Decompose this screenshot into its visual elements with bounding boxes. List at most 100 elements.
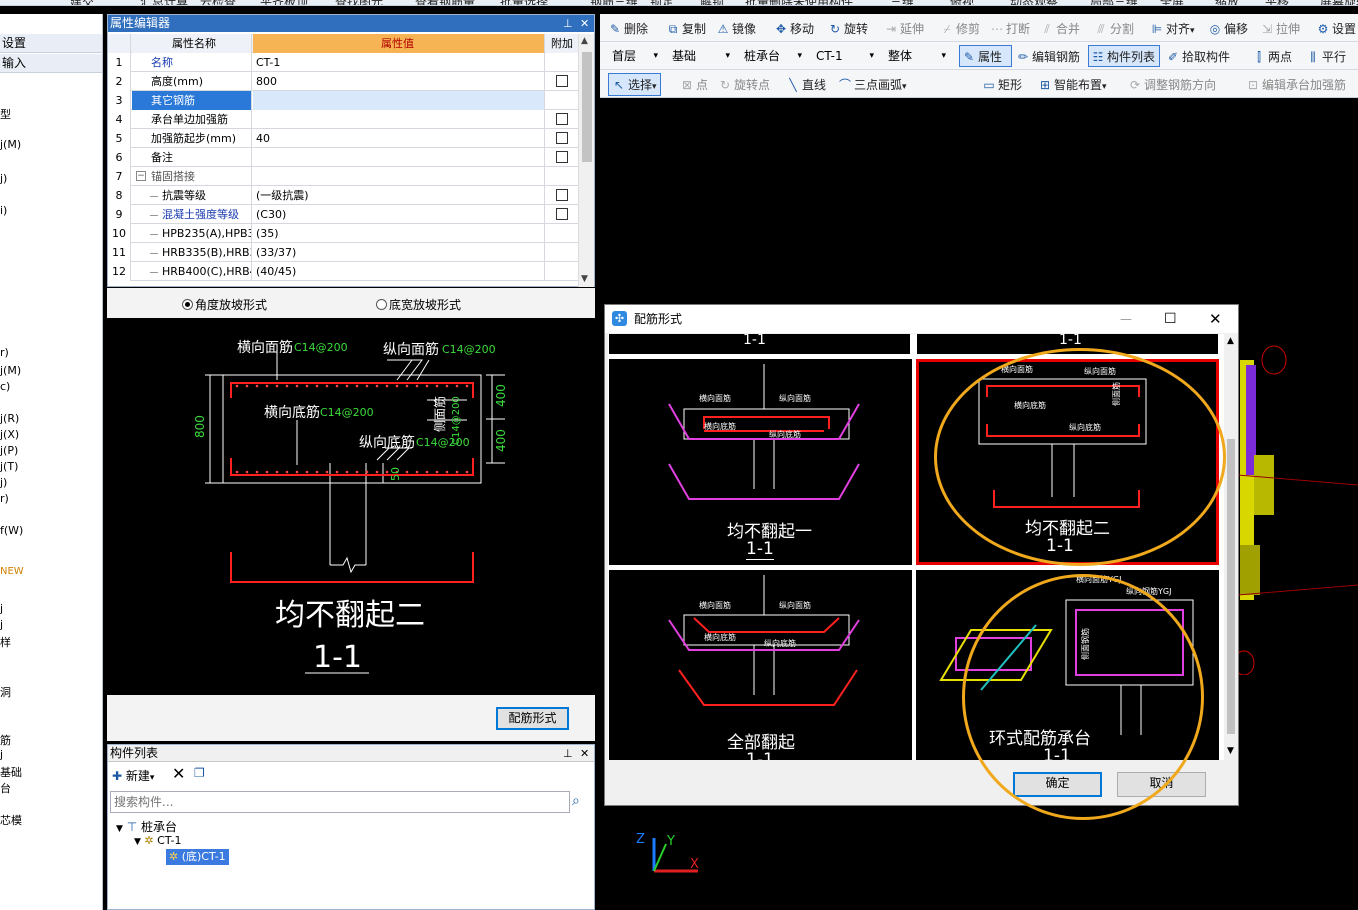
ribbon-item[interactable]: 建交: [70, 0, 94, 5]
nav-header-input[interactable]: 输入: [0, 54, 102, 73]
ribbon-item[interactable]: 屏幕旋转: [1320, 0, 1358, 5]
chevron-down-icon[interactable]: ▼: [134, 837, 141, 847]
toolbar-button[interactable]: ⌒ 三点画弧▾: [838, 76, 907, 93]
nav-item[interactable]: 样: [0, 634, 11, 650]
ribbon-item[interactable]: 平移: [1265, 0, 1289, 5]
ribbon-item[interactable]: 批量选择: [500, 0, 548, 5]
chevron-down-icon[interactable]: ▼: [116, 824, 123, 834]
toolbar-button[interactable]: ⇲ 拉伸: [1260, 20, 1300, 37]
property-row[interactable]: 9 混凝土强度等级 (C30): [108, 205, 578, 224]
property-row[interactable]: 4 承台单边加强筋: [108, 110, 578, 129]
property-value[interactable]: (33/37): [253, 243, 545, 262]
ribbon-item[interactable]: 平齐板顶: [260, 0, 308, 5]
property-value[interactable]: [253, 110, 545, 129]
toolbar-button[interactable]: ◎ 偏移: [1208, 20, 1248, 37]
property-value[interactable]: [253, 91, 545, 110]
new-component-button[interactable]: ✚ 新建▾: [112, 767, 154, 784]
toolbar-button[interactable]: ⊫ 对齐▾: [1150, 20, 1195, 37]
nav-item[interactable]: NEW: [0, 566, 24, 577]
property-row[interactable]: 6 备注: [108, 148, 578, 167]
minimize-icon[interactable]: —: [1120, 305, 1132, 333]
nav-item[interactable]: j(T): [0, 460, 18, 473]
toolbar-button[interactable]: ↻ 旋转点: [718, 76, 770, 93]
property-row[interactable]: 7− 锚固搭接: [108, 167, 578, 186]
partial-cell-top-left[interactable]: 1-1: [609, 334, 910, 354]
floor-select[interactable]: 整体 ▾: [882, 46, 950, 66]
radio-bottom-width-slope[interactable]: 底宽放坡形式: [376, 296, 461, 313]
toolbar-button[interactable]: ✥ 移动: [774, 20, 814, 37]
property-row[interactable]: 8 抗震等级 (一级抗震): [108, 186, 578, 205]
ribbon-item[interactable]: 俯视: [950, 0, 974, 5]
ribbon-item[interactable]: 全屏: [1160, 0, 1184, 5]
copy-icon[interactable]: ❐: [194, 766, 205, 780]
nav-item[interactable]: j): [0, 476, 7, 489]
nav-item[interactable]: i): [0, 204, 7, 217]
close-icon[interactable]: ✕: [1209, 305, 1222, 333]
nav-item[interactable]: j: [0, 748, 3, 761]
nav-item[interactable]: r): [0, 492, 9, 505]
form-option-neither-up-1[interactable]: 横向面筋 纵向面筋 横向底筋 纵向底筋 均不翻起一 1-1: [609, 359, 912, 565]
toolbar-button[interactable]: ↖ 选择▾: [608, 73, 661, 96]
scroll-up-icon[interactable]: ▲: [1227, 336, 1234, 346]
ribbon-item[interactable]: 锁定: [650, 0, 674, 5]
form-option-all-up[interactable]: 横向面筋 纵向面筋 横向底筋 纵向底筋 全部翻起 1-1: [609, 570, 912, 760]
search-icon[interactable]: ⌕: [572, 793, 580, 809]
ribbon-item[interactable]: 查看钢筋量: [415, 0, 475, 5]
toolbar-button[interactable]: ⫼ 平行: [1306, 48, 1346, 65]
close-icon[interactable]: ✕: [580, 745, 589, 762]
toolbar-button[interactable]: ⫿ 两点: [1252, 48, 1292, 65]
property-value[interactable]: (C30): [253, 205, 545, 224]
property-row[interactable]: 12 HRB400(C),HRB4 (40/45): [108, 262, 578, 281]
chevron-down-icon[interactable]: ▾: [1102, 82, 1107, 92]
maximize-icon[interactable]: ☐: [1164, 305, 1177, 333]
nav-item[interactable]: j(M): [0, 138, 21, 151]
add-checkbox[interactable]: [556, 113, 568, 125]
nav-item[interactable]: 型: [0, 106, 11, 122]
ribbon-item[interactable]: 局部三维: [1090, 0, 1138, 5]
toolbar-button[interactable]: ⚙ 设置: [1316, 20, 1356, 37]
ribbon-item[interactable]: 缩放: [1215, 0, 1239, 5]
toolbar-button[interactable]: ⇥ 延伸: [884, 20, 924, 37]
property-row[interactable]: 3 其它钢筋: [108, 91, 578, 110]
delete-icon[interactable]: ✕: [172, 764, 185, 783]
chevron-down-icon[interactable]: ▾: [902, 82, 907, 92]
tree-node-bottom-ct1[interactable]: ✲ (底)CT-1: [166, 849, 229, 865]
add-checkbox[interactable]: [556, 75, 568, 87]
toolbar-button[interactable]: ↻ 旋转: [828, 20, 868, 37]
scroll-thumb[interactable]: [582, 52, 592, 162]
nav-item[interactable]: r): [0, 346, 9, 359]
toolbar-button[interactable]: ╲ 直线: [786, 76, 826, 93]
toolbar-button[interactable]: ⫽ 合并: [1040, 20, 1080, 37]
property-value[interactable]: CT-1: [253, 53, 545, 72]
toolbar-button[interactable]: ✐ 拾取构件: [1166, 48, 1230, 65]
nav-item[interactable]: c): [0, 380, 10, 393]
property-value[interactable]: (40/45): [253, 262, 545, 281]
toolbar-button[interactable]: ⊠ 点: [680, 76, 708, 93]
pin-icon[interactable]: ⊥: [563, 745, 573, 762]
property-value[interactable]: 40: [253, 129, 545, 148]
ribbon-item[interactable]: 汇总计算: [140, 0, 188, 5]
toolbar-button[interactable]: ⫻ 分割: [1094, 20, 1134, 37]
property-value[interactable]: (一级抗震): [253, 186, 545, 205]
rebar-form-button[interactable]: 配筋形式: [496, 707, 569, 730]
nav-item[interactable]: f(W): [0, 524, 23, 537]
nav-item[interactable]: j(M): [0, 364, 21, 377]
property-value[interactable]: [253, 167, 545, 186]
floor-select[interactable]: 首层 ▾: [606, 46, 662, 66]
toolbar-button[interactable]: ⋯ 打断: [990, 20, 1030, 37]
floor-select[interactable]: 桩承台 ▾: [738, 46, 806, 66]
add-checkbox[interactable]: [556, 151, 568, 163]
nav-item[interactable]: 台: [0, 780, 11, 796]
dialog-scrollbar[interactable]: ▲ ▼: [1224, 334, 1238, 760]
toolbar-button[interactable]: ⟳ 调整钢筋方向: [1128, 76, 1216, 93]
scroll-thumb[interactable]: [1227, 439, 1235, 734]
ribbon-item[interactable]: 动态观察: [1010, 0, 1058, 5]
toolbar-button[interactable]: ⊞ 智能布置▾: [1038, 76, 1107, 93]
scroll-up-icon[interactable]: ▲: [581, 36, 588, 46]
property-row[interactable]: 2 高度(mm) 800: [108, 72, 578, 91]
ribbon-item[interactable]: 批量删除未使用构件: [745, 0, 853, 5]
property-value[interactable]: [253, 148, 545, 167]
chevron-down-icon[interactable]: ▾: [1190, 26, 1195, 36]
add-checkbox[interactable]: [556, 208, 568, 220]
radio-angle-slope[interactable]: 角度放坡形式: [182, 296, 267, 313]
